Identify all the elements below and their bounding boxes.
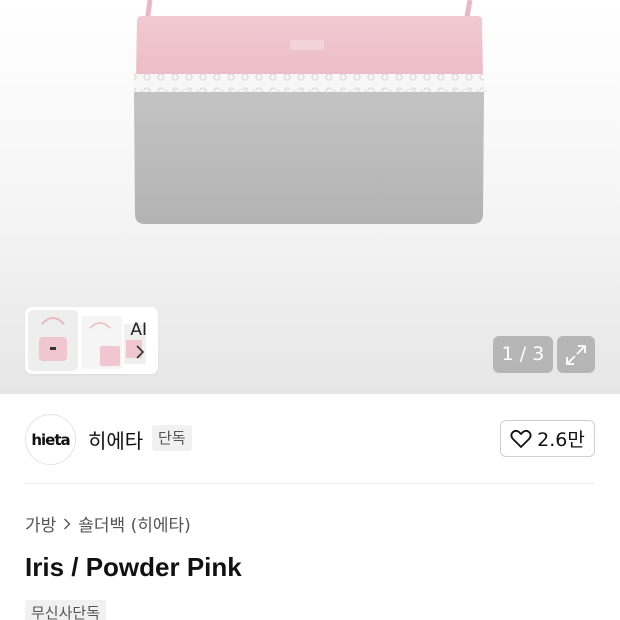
product-title: Iris / Powder Pink: [25, 552, 242, 582]
ai-recommendation-card[interactable]: AI: [25, 307, 158, 374]
brand-row: hieta 히에타 단독 2.6만: [0, 394, 620, 486]
brand-logo-text: hieta: [31, 430, 70, 449]
chevron-right-icon: [136, 345, 145, 359]
breadcrumb-item-subcategory[interactable]: 숄더백 (히에타): [78, 511, 191, 536]
image-page-indicator: 1 / 3: [493, 336, 553, 373]
like-button[interactable]: 2.6만: [500, 420, 595, 457]
chevron-right-icon: [64, 518, 71, 529]
brand-name[interactable]: 히에타: [88, 425, 143, 454]
musinsa-exclusive-badge: 무신사단독: [25, 600, 107, 620]
ai-label: AI: [130, 320, 147, 340]
expand-image-button[interactable]: [557, 336, 595, 373]
expand-icon: [566, 344, 586, 365]
breadcrumb: 가방 숄더백 (히에타): [25, 511, 191, 536]
like-count: 2.6만: [537, 429, 585, 451]
divider: [25, 483, 595, 484]
breadcrumb-item-category[interactable]: 가방: [25, 511, 56, 536]
product-image-gallery[interactable]: AI 1 / 3: [0, 0, 620, 394]
brand-logo[interactable]: hieta: [25, 414, 76, 465]
ai-thumbnail-images: [28, 310, 146, 371]
exclusive-badge: 단독: [152, 425, 192, 451]
heart-outline-icon: [510, 429, 532, 448]
